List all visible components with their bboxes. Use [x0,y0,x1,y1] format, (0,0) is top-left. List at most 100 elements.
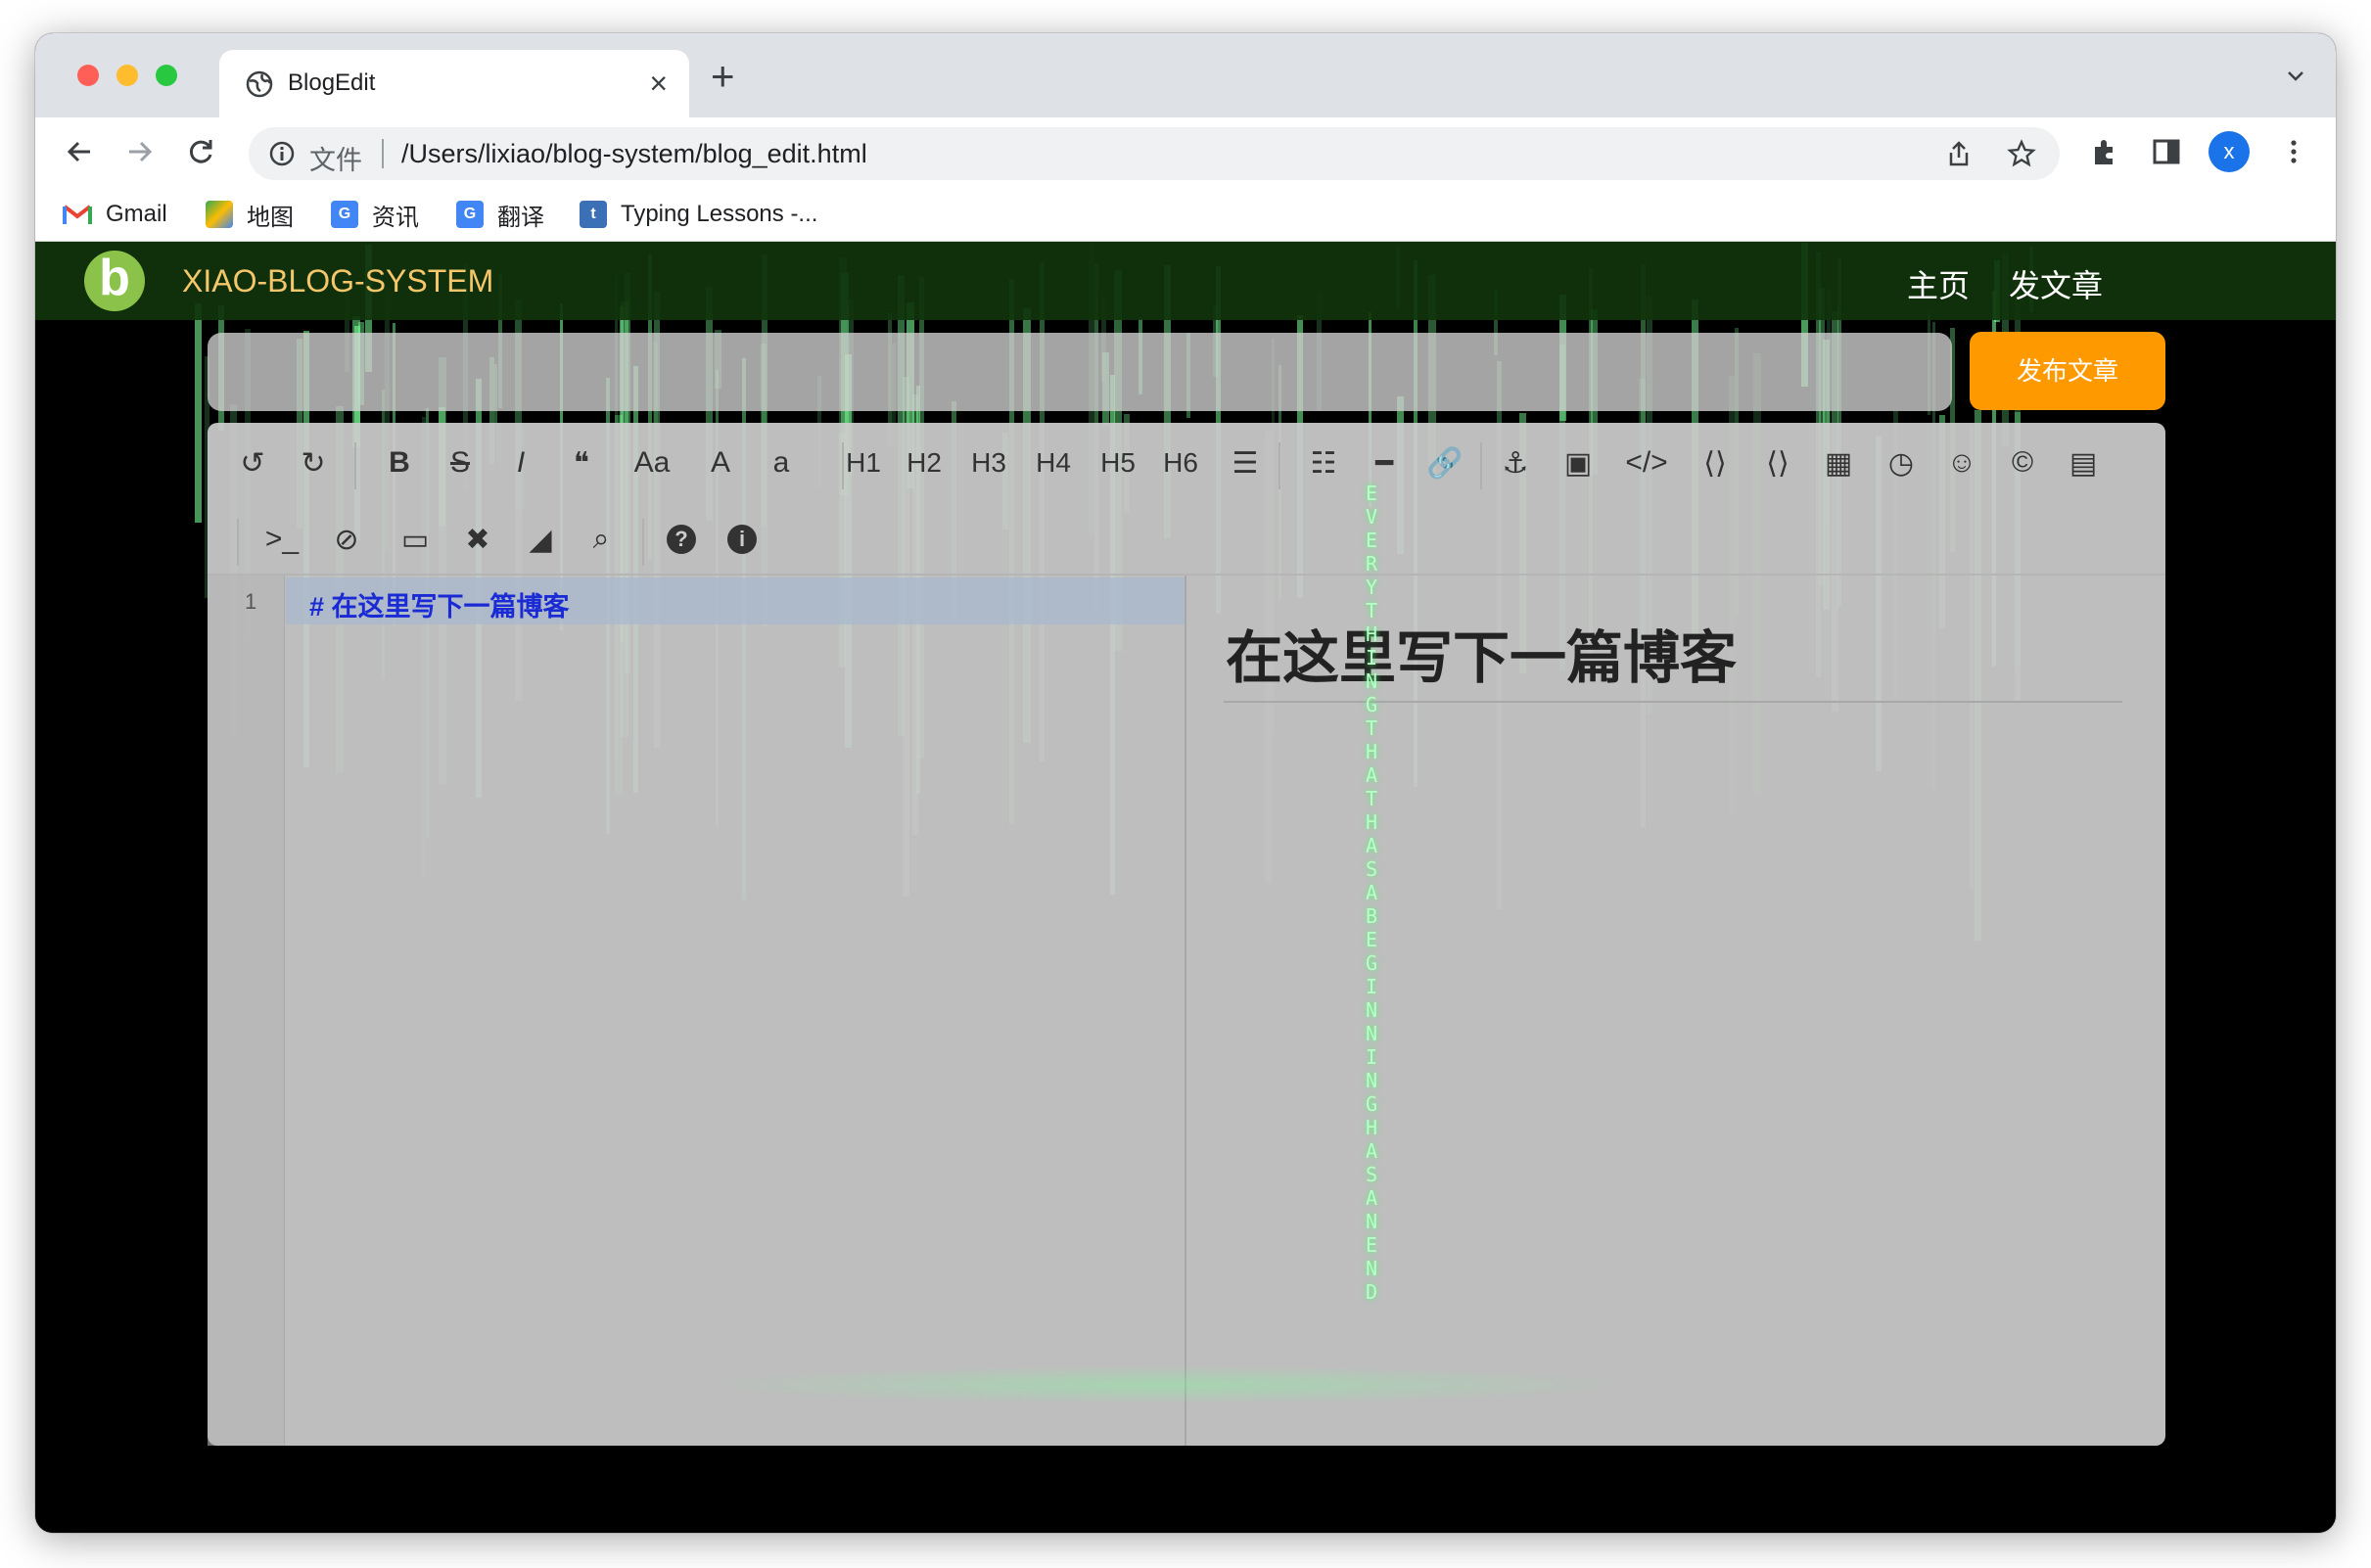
url-text[interactable]: /Users/lixiao/blog-system/blog_edit.html [401,139,867,169]
fullscreen-icon[interactable]: ✖ [454,505,501,574]
site-logo[interactable]: b [84,251,145,311]
new-tab-button[interactable]: + [711,55,735,98]
lowercase-icon[interactable]: a [758,429,805,497]
italic-icon[interactable]: I [497,429,544,497]
h3-button[interactable]: H3 [965,429,1012,497]
chevron-down-icon[interactable] [2285,65,2306,86]
tab-strip: BlogEdit × + [35,33,2336,117]
code-icon[interactable]: </> [1623,429,1670,497]
browser-toolbar: 文件 /Users/lixiao/blog-system/blog_edit.h… [35,117,2336,186]
article-title-input[interactable] [208,333,1952,411]
translate-icon: G [456,201,484,228]
uppercase-icon[interactable]: Aa [628,429,675,497]
h5-button[interactable]: H5 [1094,429,1141,497]
bookmark-label: 地图 [247,204,294,231]
gmail-icon [63,205,92,224]
url-separator [382,139,384,168]
share-icon[interactable] [1944,139,1974,168]
address-bar[interactable]: 文件 /Users/lixiao/blog-system/blog_edit.h… [249,127,2060,180]
quote-icon[interactable]: ❝ [558,429,605,497]
forward-icon[interactable] [123,135,157,168]
typing-icon: t [580,201,607,228]
markdown-editor: ↺ ↻ B S I ❝ Aa Aa H1 H2 H3 H4 H5 H6 ☰ ☷ ━ 🔗 ⚓ ▣ </> ⟨⟩ ⟨⟩ ▦ ◷ ☺ © ▤… [208,423,2165,1446]
publish-button[interactable]: 发布文章 [1970,332,2165,410]
bookmark-label: Typing Lessons -... [621,201,818,227]
bookmark-label: 翻译 [497,204,544,231]
redo-icon[interactable]: ↻ [290,429,337,497]
line-number-gutter: 1 [208,576,285,1446]
toolbar-separator [842,442,844,489]
page-content: b XIAO-BLOG-SYSTEM 主页 发文章 发布文章 ↺ ↻ B S I ❝ Aa A… [35,242,2336,1533]
pagebreak-icon[interactable]: ▤ [2060,429,2107,497]
bookmarks-bar: Gmail 地图 G 资讯 G 翻译 t Typing Lessons -... [35,186,2336,242]
search-icon[interactable]: ⌕ [578,505,625,574]
preview-heading-rule [1224,701,2122,703]
browser-tab[interactable]: BlogEdit × [219,50,689,117]
back-icon[interactable] [63,135,96,168]
profile-avatar[interactable]: x [2208,131,2250,172]
watch-toggle-icon[interactable]: ⊘ [323,505,370,574]
bookmark-star-icon[interactable] [2007,139,2036,168]
nav-home-link[interactable]: 主页 [1907,261,1970,306]
link-icon[interactable]: 🔗 [1421,429,1468,497]
h1-button[interactable]: H1 [840,429,887,497]
extensions-icon[interactable] [2089,135,2122,168]
code-editor-text[interactable]: # 在这里写下一篇博客 [309,585,570,623]
bookmark-news[interactable]: G 资讯 [331,198,419,231]
ordered-list-icon[interactable]: ☷ [1300,429,1347,497]
goto-line-icon[interactable]: >_ [258,505,305,574]
undo-icon[interactable]: ↺ [229,429,276,497]
tab-close-icon[interactable]: × [649,64,668,103]
reload-icon[interactable] [184,135,217,168]
news-icon: G [331,201,358,228]
help-icon[interactable]: ? [658,505,705,574]
editor-toolbar-row-2: >_ ⊘ ▭ ✖ ◢ ⌕? i [208,505,2165,574]
help-icon-glyph: ? [667,525,696,554]
maps-icon [206,201,233,228]
toolbar-separator [1278,442,1280,489]
close-window-button[interactable] [77,65,99,86]
preview-icon[interactable]: ▭ [392,505,439,574]
bookmark-typing[interactable]: t Typing Lessons -... [580,198,817,231]
preformatted-icon[interactable]: ⟨⟩ [1754,429,1801,497]
url-scheme-label: 文件 [309,146,362,175]
toolbar-divider [208,574,2165,576]
image-icon[interactable]: ▣ [1555,429,1602,497]
strikethrough-icon[interactable]: S [437,429,484,497]
bookmark-translate[interactable]: G 翻译 [456,198,544,231]
bookmark-label: Gmail [106,201,167,227]
uppercase-all-icon[interactable]: A [697,429,744,497]
h2-button[interactable]: H2 [901,429,948,497]
clear-icon[interactable]: ◢ [517,505,564,574]
table-icon[interactable]: ▦ [1815,429,1862,497]
nav-post-link[interactable]: 发文章 [2009,261,2103,306]
site-brand: XIAO-BLOG-SYSTEM [182,263,494,299]
browser-window: BlogEdit × + 文件 /Users/lixiao/blog-syste… [35,33,2336,1533]
bold-icon[interactable]: B [376,429,423,497]
bookmark-label: 资讯 [372,204,419,231]
globe-icon [246,70,273,98]
line-number: 1 [245,589,257,614]
bookmark-gmail[interactable]: Gmail [63,198,167,231]
info-icon[interactable] [268,140,296,167]
unordered-list-icon[interactable]: ☰ [1222,429,1269,497]
rain-streak [195,303,202,523]
site-navbar: b XIAO-BLOG-SYSTEM 主页 发文章 [35,242,2336,320]
datetime-icon[interactable]: ◷ [1878,429,1925,497]
editor-preview-splitter[interactable] [1185,576,1186,1446]
emoji-icon[interactable]: ☺ [1938,429,1985,497]
code-block-icon[interactable]: ⟨⟩ [1692,429,1739,497]
minimize-window-button[interactable] [116,65,138,86]
zoom-window-button[interactable] [156,65,177,86]
preview-heading: 在这里写下一篇博客 [1226,626,1738,690]
info-icon[interactable]: i [719,505,766,574]
html-entities-icon[interactable]: © [1999,429,2046,497]
h4-button[interactable]: H4 [1030,429,1077,497]
bookmark-maps[interactable]: 地图 [206,198,294,231]
side-panel-icon[interactable] [2150,135,2183,168]
toolbar-separator [354,442,356,489]
anchor-icon[interactable]: ⚓ [1492,429,1539,497]
toolbar-separator [642,519,644,566]
h6-button[interactable]: H6 [1157,429,1204,497]
more-menu-icon[interactable] [2277,135,2310,168]
